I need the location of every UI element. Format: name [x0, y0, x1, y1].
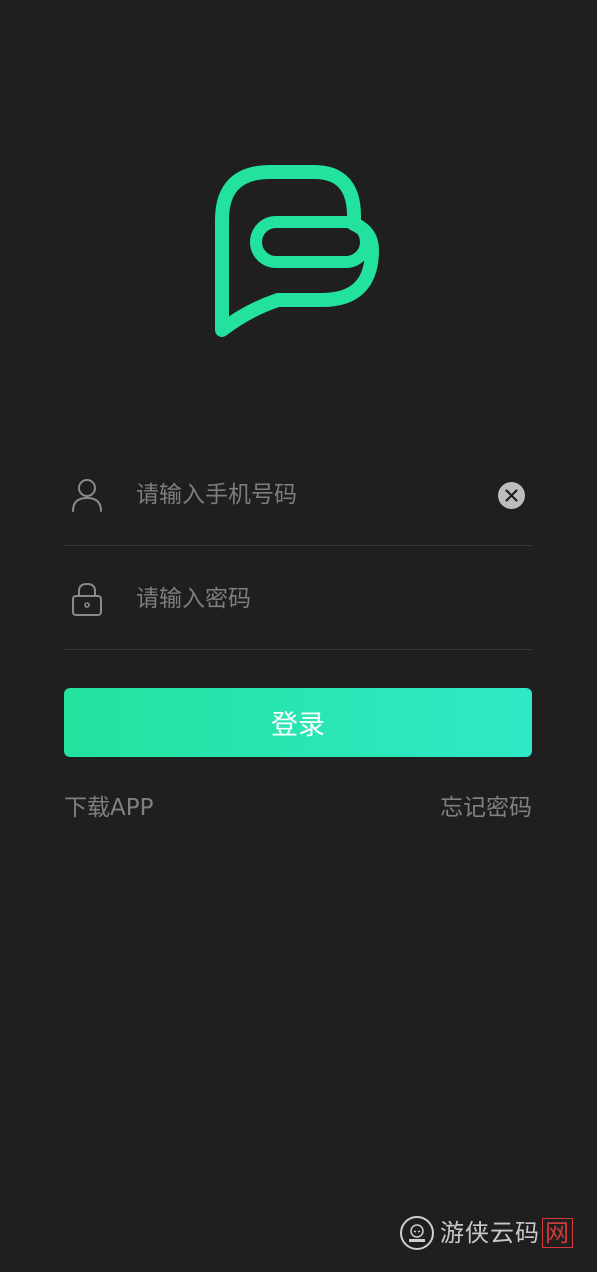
login-button[interactable]: 登录: [64, 688, 532, 757]
watermark-suffix: 网: [542, 1218, 573, 1248]
phone-input[interactable]: [136, 474, 486, 516]
watermark-main-text: 游侠云码: [440, 1219, 540, 1247]
speech-bubble-logo-icon: [215, 165, 379, 337]
password-field-row: [64, 548, 532, 650]
app-logo: [214, 160, 384, 342]
watermark-text: 游侠云码网: [440, 1218, 573, 1248]
clear-icon[interactable]: [498, 482, 525, 509]
download-app-link[interactable]: 下载APP: [64, 793, 153, 823]
password-input[interactable]: [136, 578, 486, 620]
lock-icon: [70, 581, 104, 617]
forgot-password-link[interactable]: 忘记密码: [440, 793, 532, 823]
phone-field-row: [64, 444, 532, 546]
watermark: 游侠云码网: [400, 1214, 580, 1254]
user-icon: [70, 477, 104, 513]
watermark-logo-icon: [400, 1216, 434, 1250]
